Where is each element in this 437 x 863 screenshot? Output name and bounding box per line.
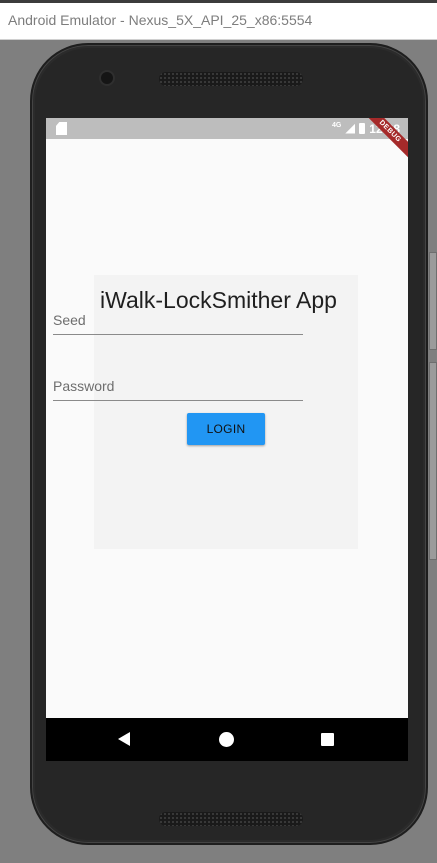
seed-input[interactable] <box>53 299 303 334</box>
login-button[interactable]: LOGIN <box>187 413 265 445</box>
bottom-speaker <box>159 812 303 826</box>
seed-field[interactable] <box>53 299 303 335</box>
top-speaker <box>159 72 303 86</box>
password-input[interactable] <box>53 365 303 400</box>
device-screen: 4G 12:28 DEBUG iWalk-LockSmither App LOG… <box>46 118 408 761</box>
signal-icon <box>345 123 356 134</box>
title-bar-edge <box>0 0 437 3</box>
emulator-title-bar: Android Emulator - Nexus_5X_API_25_x86:5… <box>0 0 437 40</box>
home-icon[interactable] <box>219 732 234 747</box>
camera-icon <box>101 72 113 84</box>
network-type: 4G <box>331 122 342 129</box>
back-icon[interactable] <box>118 732 130 746</box>
navigation-bar <box>46 718 408 761</box>
sd-card-icon <box>56 122 67 135</box>
recents-icon[interactable] <box>321 733 334 746</box>
window-title: Android Emulator - Nexus_5X_API_25_x86:5… <box>8 12 313 28</box>
power-side-button[interactable] <box>429 362 437 560</box>
password-field[interactable] <box>53 365 303 401</box>
battery-icon <box>359 123 366 134</box>
emulator-root: Android Emulator - Nexus_5X_API_25_x86:5… <box>0 0 437 863</box>
status-bar: 4G 12:28 DEBUG <box>46 118 408 164</box>
volume-side-button[interactable] <box>429 252 437 350</box>
